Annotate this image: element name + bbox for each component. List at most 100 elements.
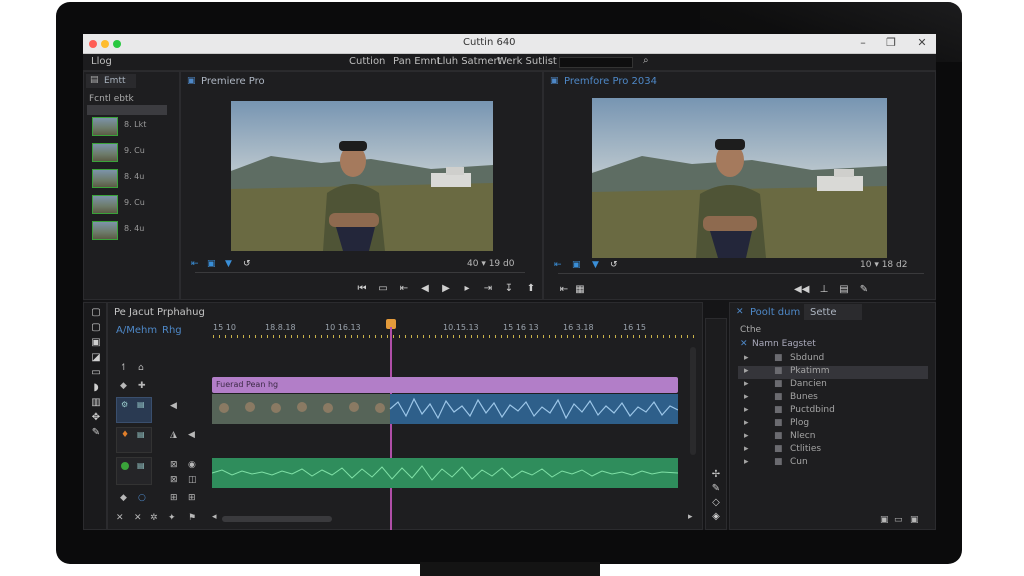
razor-tool-icon[interactable]: ◪ (90, 352, 102, 363)
track-lock-icon[interactable]: ▤ (137, 400, 145, 409)
export-frame-icon[interactable]: ⬆ (525, 283, 537, 294)
effects-tree-row[interactable]: ▸ ■ Cun (738, 457, 928, 470)
tree-expand-icon[interactable]: ▸ (744, 392, 749, 402)
track-eye-icon[interactable]: ⚙ (121, 400, 128, 409)
delete-icon[interactable]: ▣ (910, 515, 919, 525)
menu-item-1[interactable]: Cuttion (349, 56, 385, 67)
clip-thumbnail[interactable] (92, 117, 118, 136)
close-icon[interactable]: ✕ (915, 36, 929, 49)
source-scrub-bar[interactable] (195, 272, 525, 273)
project-tab[interactable]: ▤ Emtt (86, 74, 136, 88)
snap-icon[interactable]: ↿ (120, 363, 128, 373)
tree-expand-icon[interactable]: ▸ (744, 405, 749, 415)
menu-item-2[interactable]: Pan Emnt (393, 56, 441, 67)
title-clip[interactable]: Fuerad Pean hg (212, 377, 678, 393)
new-item-icon[interactable]: ▭ (894, 515, 903, 525)
scroll-left-icon[interactable]: ◂ (212, 512, 217, 522)
tree-expand-icon[interactable]: ▸ (744, 457, 749, 467)
clip-thumbnail[interactable] (92, 143, 118, 162)
zoom-traffic-light[interactable] (113, 40, 121, 48)
effects-search-label[interactable]: Cthe (740, 325, 761, 335)
pen-tool-icon[interactable]: ◗ (90, 382, 102, 393)
go-to-in-icon[interactable]: ⇤ (398, 283, 410, 294)
effects-tab-1[interactable]: Poolt dum (750, 307, 800, 318)
tree-expand-icon[interactable]: ▸ (744, 418, 749, 428)
a1-solo-icon[interactable]: ◮ (170, 430, 177, 440)
add-track-icon[interactable]: ◆ (120, 493, 127, 503)
effects-tree-row[interactable]: ▸ ■ Dancien (738, 379, 928, 392)
track-more-icon[interactable]: ⊞ (188, 493, 196, 503)
track-settings-icon[interactable]: ⊞ (170, 493, 178, 503)
audio-clip[interactable] (212, 458, 678, 488)
program-add-marker[interactable]: ▼ (592, 260, 599, 270)
video-track-toggle[interactable]: ⚙ ▤ (116, 397, 152, 423)
add-marker-icon[interactable]: ▼ (225, 259, 232, 269)
video-clip[interactable] (212, 394, 678, 424)
clip-thumbnail[interactable] (92, 169, 118, 188)
slip-tool-icon[interactable]: ▭ (90, 367, 102, 378)
step-back-icon[interactable]: ⏮ (356, 283, 368, 294)
effects-tab-2[interactable]: Sette (810, 307, 837, 318)
tree-expand-icon[interactable]: ▸ (744, 379, 749, 389)
new-bin-icon[interactable]: ▣ (880, 515, 889, 525)
program-loop-icon[interactable]: ↺ (610, 260, 618, 270)
program-rewind-icon[interactable]: ◀◀ (794, 284, 809, 295)
audio-fire-icon[interactable]: ♦ (121, 430, 129, 440)
audio-track-1-toggle[interactable]: ♦ ▤ (116, 427, 152, 453)
effects-tree-row[interactable]: ▸ ■ Bunes (738, 392, 928, 405)
effects-tree-row[interactable]: ▸ ■ Pkatimm (738, 366, 928, 379)
a2-record-icon[interactable]: ◫ (188, 475, 197, 485)
program-lift-icon[interactable]: ⊥ (818, 284, 830, 295)
close-traffic-light[interactable] (89, 40, 97, 48)
tree-expand-icon[interactable]: ▸ (744, 444, 749, 454)
menu-item-3[interactable]: Lluh Satmert (437, 56, 502, 67)
settings-tl-icon[interactable]: ✚ (138, 381, 146, 391)
step-backward-icon[interactable]: ◀ (419, 283, 431, 294)
timeline-horizontal-scrollbar[interactable] (222, 516, 332, 522)
audio-lock-icon[interactable]: ▤ (137, 430, 145, 439)
play-icon[interactable]: ▶ (440, 283, 452, 294)
pencil-tool-icon[interactable]: ✎ (710, 483, 722, 494)
clip-thumbnail[interactable] (92, 195, 118, 214)
add-marker-tl-icon[interactable]: ◆ (120, 381, 127, 391)
bottom-cross-icon[interactable]: ✕ (134, 513, 142, 523)
tree-expand-icon[interactable]: ▸ (744, 353, 749, 363)
type-tool-icon[interactable]: ✥ (90, 412, 102, 423)
selection-tool-icon[interactable]: ▢ (90, 307, 102, 318)
track-search-icon[interactable]: ○ (138, 493, 146, 503)
minimize-icon[interactable]: – (856, 36, 870, 49)
sequence-label-2[interactable]: Rhg (162, 325, 182, 336)
insert-icon[interactable]: ↧ (503, 283, 515, 294)
playhead-line[interactable] (390, 327, 392, 530)
loop-icon[interactable]: ↺ (243, 259, 251, 269)
effects-tree-row[interactable]: ▸ ■ Puctdbind (738, 405, 928, 418)
a2-lock-icon[interactable]: ▤ (137, 461, 145, 470)
clip-thumbnail[interactable] (92, 221, 118, 240)
a2-solo-icon[interactable]: ◉ (188, 460, 196, 470)
hand-tool-icon[interactable]: ▥ (90, 397, 102, 408)
program-mark-out[interactable]: ▣ (572, 260, 581, 270)
effects-tree-row[interactable]: ▸ ■ Plog (738, 418, 928, 431)
linked-selection-icon[interactable]: ⌂ (138, 363, 144, 373)
effects-tree-row[interactable]: ▸ ■ Ctlities (738, 444, 928, 457)
minimize-traffic-light[interactable] (101, 40, 109, 48)
ripple-tool-icon[interactable]: ▣ (90, 337, 102, 348)
pin-tool-icon[interactable]: ✢ (710, 469, 722, 480)
search-field[interactable] (559, 57, 633, 68)
diamond-tool-icon[interactable]: ◇ (710, 497, 722, 508)
menu-item-4[interactable]: Werk Sutlist (497, 56, 557, 67)
effects-tree-row[interactable]: ▸ ■ Sbdund (738, 353, 928, 366)
audio-track-2-toggle[interactable]: ▤ (116, 457, 152, 485)
tree-expand-icon[interactable]: ▸ (744, 366, 749, 376)
video-track-mute-icon[interactable]: ◀ (170, 401, 177, 411)
zoom-tool-icon[interactable]: ✎ (90, 427, 102, 438)
mark-out-icon[interactable]: ▣ (207, 259, 216, 269)
maximize-icon[interactable]: ❐ (884, 36, 898, 49)
sequence-label[interactable]: A/Mehm (116, 325, 157, 336)
tree-expand-icon[interactable]: ▸ (744, 431, 749, 441)
track-select-tool-icon[interactable]: ▢ (90, 322, 102, 333)
program-extract-icon[interactable]: ▤ (838, 284, 850, 295)
a1-record-icon[interactable]: ◀ (188, 430, 195, 440)
bottom-close-icon[interactable]: ✕ (116, 513, 124, 523)
program-export-icon[interactable]: ✎ (858, 284, 870, 295)
